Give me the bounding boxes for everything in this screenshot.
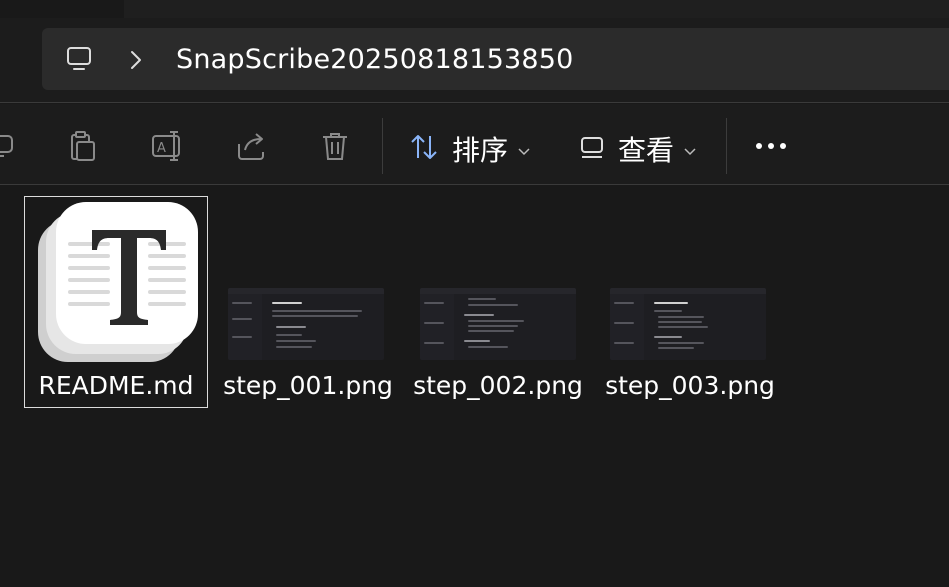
- file-item-step-002[interactable]: step_002.png: [406, 196, 590, 446]
- toolbar-separator: [726, 118, 727, 174]
- file-name: step_003.png: [605, 371, 775, 400]
- typora-document-icon: [32, 200, 200, 366]
- file-item-step-001[interactable]: step_001.png: [216, 196, 400, 446]
- view-label: 查看: [618, 134, 675, 167]
- sort-arrows-icon: [408, 131, 440, 167]
- share-icon[interactable]: [231, 126, 271, 166]
- toolbar-divider: [0, 184, 949, 185]
- toolbar-separator: [382, 118, 383, 174]
- file-name: README.md: [38, 371, 194, 400]
- breadcrumb-folder[interactable]: SnapScribe20250818153850: [176, 40, 574, 80]
- image-thumbnail: [420, 288, 576, 360]
- address-divider: [0, 102, 949, 103]
- title-strip: [0, 0, 949, 18]
- rename-icon[interactable]: A: [147, 126, 187, 166]
- file-item-readme[interactable]: README.md: [24, 196, 208, 446]
- sort-label: 排序: [452, 134, 509, 167]
- file-name: step_002.png: [413, 371, 583, 400]
- file-explorer-window: SnapScribe20250818153850 A 排序 查看 README.…: [0, 0, 949, 587]
- chevron-right-icon[interactable]: [126, 48, 146, 72]
- chevron-down-icon: [684, 141, 696, 160]
- svg-text:A: A: [157, 141, 166, 156]
- view-layout-icon: [578, 133, 606, 165]
- chevron-down-icon: [518, 141, 530, 160]
- file-name: step_001.png: [223, 371, 393, 400]
- more-ellipsis-icon[interactable]: [748, 128, 794, 164]
- active-tab[interactable]: [0, 0, 124, 18]
- image-thumbnail: [228, 288, 384, 360]
- copy-icon[interactable]: [63, 126, 103, 166]
- view-button[interactable]: 查看: [578, 126, 696, 172]
- computer-monitor-icon[interactable]: [64, 44, 94, 74]
- delete-icon[interactable]: [315, 126, 355, 166]
- new-item-icon[interactable]: [0, 126, 22, 166]
- sort-button[interactable]: 排序: [408, 126, 530, 172]
- image-thumbnail: [610, 288, 766, 360]
- file-item-step-003[interactable]: step_003.png: [598, 196, 782, 446]
